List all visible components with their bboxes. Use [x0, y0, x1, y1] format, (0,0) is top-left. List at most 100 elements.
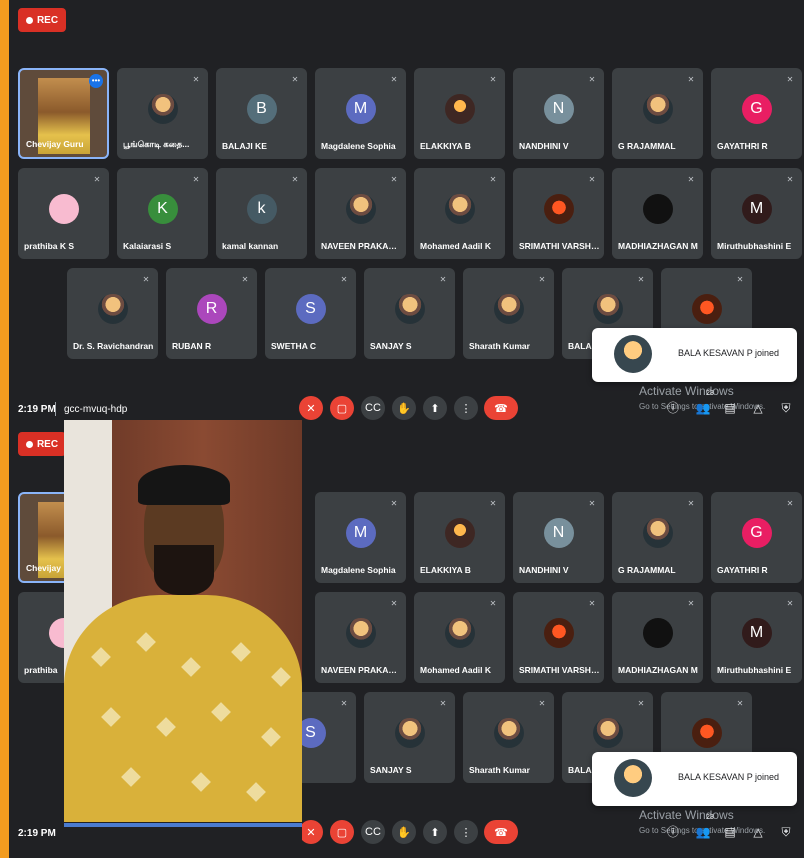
- participant-tile[interactable]: ✕ G GAYATHRI R: [711, 68, 802, 159]
- clock: 2:19 PM: [18, 404, 56, 415]
- raise-hand-button[interactable]: ✋: [392, 396, 416, 420]
- avatar: [642, 93, 673, 124]
- participant-tile[interactable]: ✕ M Miruthubhashini E: [711, 592, 802, 683]
- participant-tile[interactable]: ✕ prathiba K S: [18, 168, 109, 259]
- captions-button[interactable]: CC: [361, 396, 385, 420]
- chat-icon[interactable]: ▤: [722, 400, 738, 416]
- chat-icon[interactable]: ▤: [722, 824, 738, 840]
- participant-tile[interactable]: ✕ SANJAY S: [364, 268, 455, 359]
- activate-windows-title: Activate Windows: [639, 808, 734, 822]
- participant-tile[interactable]: ✕ Mohamed Aadil K: [414, 168, 505, 259]
- participant-tile[interactable]: ✕ M Magdalene Sophia: [315, 492, 406, 583]
- camera-off-button[interactable]: ▢: [330, 396, 354, 420]
- participant-name: Magdalene Sophia: [321, 141, 396, 151]
- participant-tile[interactable]: ✕ G GAYATHRI R: [711, 492, 802, 583]
- participant-tile[interactable]: ✕ NAVEEN PRAKASH...: [315, 592, 406, 683]
- mic-muted-icon: ✕: [192, 175, 200, 184]
- people-icon[interactable]: 👥: [695, 400, 711, 416]
- participant-name: ELAKKIYA B: [420, 141, 471, 151]
- participant-tile[interactable]: ✕ Sharath Kumar: [463, 692, 554, 783]
- participant-tile[interactable]: ✕ பூங்கொடி கதை...: [117, 68, 208, 159]
- speaker-video-overlay[interactable]: [64, 420, 302, 822]
- mic-muted-icon: ✕: [786, 175, 794, 184]
- participant-tile[interactable]: ✕ MADHIAZHAGAN M: [612, 592, 703, 683]
- avatar: [592, 717, 623, 748]
- info-icon[interactable]: ⓘ: [665, 400, 681, 416]
- participant-tile[interactable]: ✕ M Miruthubhashini E: [711, 168, 802, 259]
- participant-tile[interactable]: ✕ k kamal kannan: [216, 168, 307, 259]
- host-controls-icon[interactable]: ⛨: [778, 400, 794, 416]
- participant-name: Miruthubhashini E: [717, 241, 792, 251]
- participant-tile[interactable]: ✕ NAVEEN PRAKASH...: [315, 168, 406, 259]
- avatar: [691, 717, 722, 748]
- participant-tile[interactable]: ✕ N NANDHINI V: [513, 492, 604, 583]
- participant-tile[interactable]: ••• Chevijay Guru: [18, 68, 109, 159]
- people-icon[interactable]: 👥: [695, 824, 711, 840]
- avatar: S: [295, 293, 326, 324]
- mic-muted-icon: ✕: [489, 75, 497, 84]
- end-call-button[interactable]: ☎: [484, 396, 518, 420]
- participant-tile[interactable]: ✕ SANJAY S: [364, 692, 455, 783]
- end-call-button[interactable]: ☎: [484, 820, 518, 844]
- clock: 2:19 PM: [18, 828, 56, 839]
- participant-tile[interactable]: ✕ R RUBAN R: [166, 268, 257, 359]
- present-button[interactable]: ⬆: [423, 820, 447, 844]
- avatar: [493, 717, 524, 748]
- avatar: [345, 617, 376, 648]
- avatar: [97, 293, 128, 324]
- avatar: M: [345, 517, 376, 548]
- mic-muted-icon: ✕: [637, 699, 645, 708]
- present-button[interactable]: ⬆: [423, 396, 447, 420]
- mic-muted-icon: ✕: [687, 499, 695, 508]
- participant-tile[interactable]: ✕ Sharath Kumar: [463, 268, 554, 359]
- participant-name: SWETHA C: [271, 341, 317, 351]
- participant-name: ELAKKIYA B: [420, 565, 471, 575]
- mic-muted-icon: ✕: [588, 175, 596, 184]
- participant-tile[interactable]: ✕ N NANDHINI V: [513, 68, 604, 159]
- participant-tile[interactable]: ✕ Dr. S. Ravichandran: [67, 268, 158, 359]
- participant-tile[interactable]: ✕ G RAJAMMAL: [612, 68, 703, 159]
- mic-muted-icon: ✕: [93, 175, 101, 184]
- meet-window-top: REC ••• Chevijay Guru ✕ பூங்கொடி கதை... ✕ B BA…: [9, 0, 804, 424]
- participant-name: NAVEEN PRAKASH...: [321, 665, 402, 675]
- mic-muted-icon: ✕: [489, 599, 497, 608]
- host-controls-icon[interactable]: ⛨: [778, 824, 794, 840]
- speaker-beard: [154, 545, 214, 595]
- participant-tile[interactable]: ✕ G RAJAMMAL: [612, 492, 703, 583]
- participant-tile[interactable]: ✕ Mohamed Aadil K: [414, 592, 505, 683]
- camera-off-button[interactable]: ▢: [330, 820, 354, 844]
- mic-off-button[interactable]: ✕: [299, 396, 323, 420]
- participant-tile[interactable]: ✕ SRIMATHI VARSHI...: [513, 592, 604, 683]
- participant-tile[interactable]: ✕ S SWETHA C: [265, 268, 356, 359]
- participant-tile[interactable]: ✕ K Kalaiarasi S: [117, 168, 208, 259]
- mic-muted-icon: ✕: [390, 75, 398, 84]
- info-icon[interactable]: ⓘ: [665, 824, 681, 840]
- participant-tile[interactable]: ✕ ELAKKIYA B: [414, 492, 505, 583]
- participant-name: SANJAY S: [370, 765, 412, 775]
- participant-tile[interactable]: ✕ ELAKKIYA B: [414, 68, 505, 159]
- speaker-shirt: [64, 595, 302, 822]
- participant-name: NANDHINI V: [519, 141, 569, 151]
- participant-tile[interactable]: ✕ B BALAJI KE: [216, 68, 307, 159]
- raise-hand-button[interactable]: ✋: [392, 820, 416, 844]
- captions-button[interactable]: CC: [361, 820, 385, 844]
- participant-tile[interactable]: ✕ SRIMATHI VARSHI...: [513, 168, 604, 259]
- more-options-icon[interactable]: •••: [89, 74, 103, 88]
- mic-muted-icon: ✕: [786, 75, 794, 84]
- mic-off-button[interactable]: ✕: [299, 820, 323, 844]
- activities-icon[interactable]: △: [750, 824, 766, 840]
- participant-name: G RAJAMMAL: [618, 141, 676, 151]
- more-options-button[interactable]: ⋮: [454, 396, 478, 420]
- mic-muted-icon: ✕: [786, 599, 794, 608]
- rec-indicator: REC: [18, 8, 66, 32]
- participant-name: NANDHINI V: [519, 565, 569, 575]
- mic-muted-icon: ✕: [340, 699, 348, 708]
- rec-dot-icon: [25, 440, 33, 448]
- participant-name: Miruthubhashini E: [717, 665, 792, 675]
- participant-tile[interactable]: ✕ M Magdalene Sophia: [315, 68, 406, 159]
- mic-muted-icon: ✕: [687, 599, 695, 608]
- more-options-button[interactable]: ⋮: [454, 820, 478, 844]
- participant-tile[interactable]: ✕ MADHIAZHAGAN M: [612, 168, 703, 259]
- mic-muted-icon: ✕: [291, 175, 299, 184]
- activities-icon[interactable]: △: [750, 400, 766, 416]
